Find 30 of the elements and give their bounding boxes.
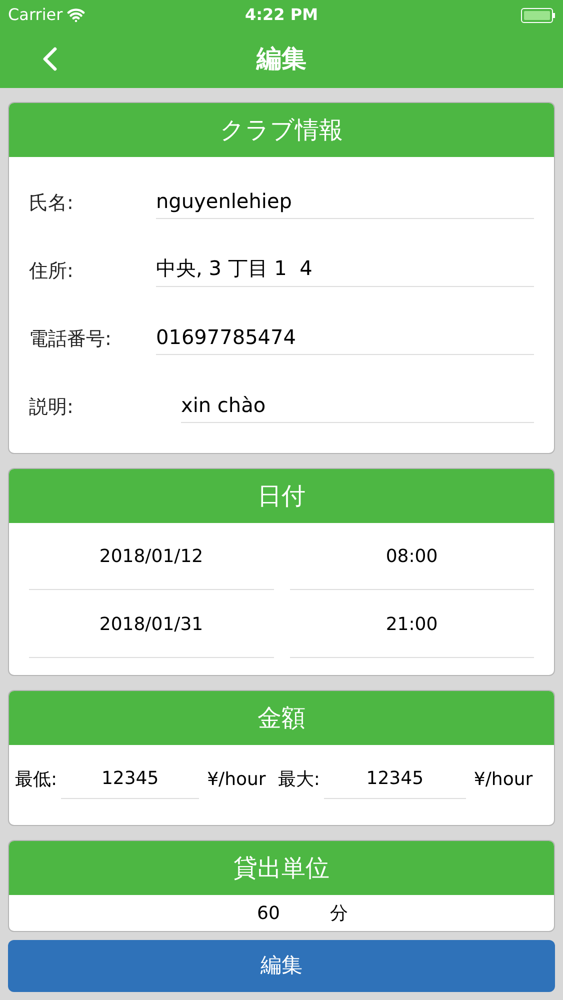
unit-label: 分 — [330, 902, 348, 926]
carrier-label: Carrier — [8, 4, 63, 26]
input-field[interactable]: nguyenlehiep — [156, 183, 534, 219]
edit-button[interactable]: 編集 — [8, 940, 555, 992]
clock: 4:22 PM — [245, 4, 318, 26]
field-label: 最大: — [278, 768, 320, 792]
input-field[interactable]: xin chào — [181, 387, 534, 423]
date-field[interactable]: 2018/01/12 — [29, 523, 274, 590]
section-header: 貸出単位 — [9, 841, 554, 895]
field-label: 住所: — [29, 258, 74, 284]
section-header: 日付 — [9, 469, 554, 523]
input-field[interactable]: 01697785474 — [156, 319, 534, 355]
field-label: 最低: — [15, 768, 58, 792]
input-field[interactable]: 中央, 3 丁目 1 4 — [156, 251, 534, 287]
wifi-icon — [66, 6, 85, 24]
time-field[interactable]: 21:00 — [290, 591, 534, 658]
battery-icon — [521, 8, 556, 22]
unit-label: ¥/hour — [474, 768, 533, 792]
max-amount-field[interactable]: 12345 — [324, 759, 466, 799]
screen-title: 編集 — [256, 43, 306, 76]
field-label: 氏名: — [29, 190, 74, 216]
field-label: 説明: — [29, 394, 74, 420]
min-amount-field[interactable]: 12345 — [61, 759, 200, 799]
unit-value: 60 — [257, 902, 280, 926]
date-field[interactable]: 2018/01/31 — [29, 591, 274, 658]
section-header: 金額 — [9, 691, 554, 745]
field-label: 電話番号: — [29, 326, 112, 352]
time-field[interactable]: 08:00 — [290, 523, 534, 590]
section-header: クラブ情報 — [9, 103, 554, 157]
unit-label: ¥/hour — [207, 768, 266, 792]
